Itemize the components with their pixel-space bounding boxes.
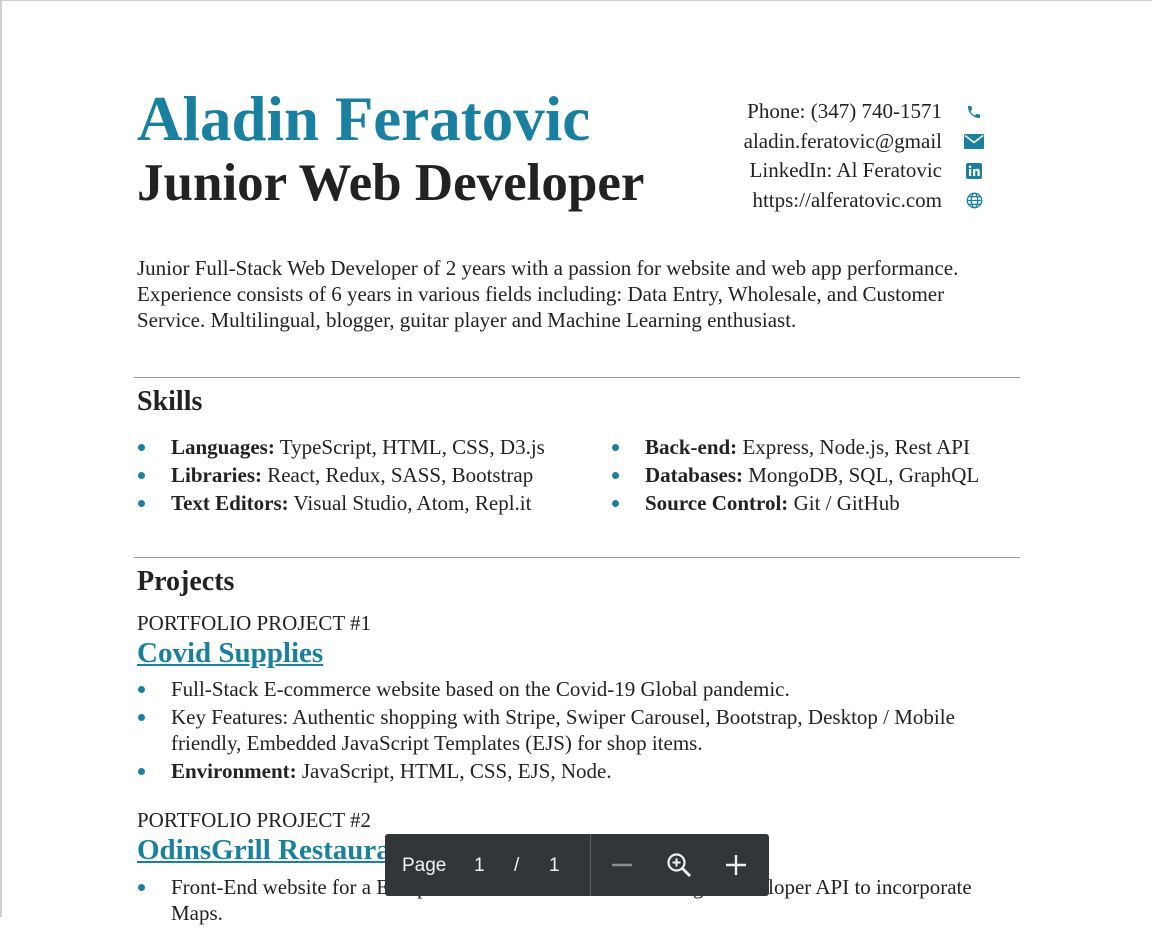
skill-label: Source Control: — [645, 491, 789, 515]
bullet-icon — [138, 884, 145, 891]
project-label: PORTFOLIO PROJECT #2 — [137, 808, 372, 832]
skill-item: Text Editors: Visual Studio, Atom, Repl.… — [137, 489, 545, 517]
contact-phone-text: Phone: (347) 740-1571 — [747, 99, 942, 123]
skill-item: Source Control: Git / GitHub — [611, 489, 979, 517]
section-divider — [134, 377, 1020, 378]
skills-column-left: Languages: TypeScript, HTML, CSS, D3.js … — [137, 433, 545, 517]
bullet-icon — [612, 500, 619, 507]
plus-icon — [726, 855, 746, 875]
project-bullet: Environment: JavaScript, HTML, CSS, EJS,… — [137, 758, 1027, 784]
bullet-icon — [138, 768, 145, 775]
skill-label: Text Editors: — [171, 491, 289, 515]
skill-label: Languages: — [171, 435, 275, 459]
zoom-in-button[interactable] — [721, 850, 751, 880]
summary-paragraph: Junior Full-Stack Web Developer of 2 yea… — [137, 256, 959, 332]
skill-item: Libraries: React, Redux, SASS, Bootstrap — [137, 461, 545, 489]
globe-icon — [964, 191, 984, 211]
contact-linkedin-text: LinkedIn: Al Feratovic — [749, 158, 942, 182]
skill-value: Express, Node.js, Rest API — [737, 435, 970, 459]
contact-email: aladin.feratovic@gmail — [700, 128, 1000, 158]
resume-name: Aladin Feratovic — [137, 84, 591, 154]
project-title-link[interactable]: OdinsGrill Restaurant — [137, 836, 417, 865]
bullet-label: Environment: — [171, 759, 297, 783]
skill-item: Back-end: Express, Node.js, Rest API — [611, 433, 979, 461]
bullet-icon — [138, 500, 145, 507]
skill-label: Libraries: — [171, 463, 262, 487]
linkedin-icon — [964, 161, 984, 181]
phone-icon — [964, 102, 984, 122]
skill-item: Languages: TypeScript, HTML, CSS, D3.js — [137, 433, 545, 461]
pdf-page-toolbar: Page 1 / 1 — [385, 834, 769, 896]
skill-value: React, Redux, SASS, Bootstrap — [261, 463, 534, 487]
bullet-icon — [612, 444, 619, 451]
resume-role: Junior Web Developer — [137, 154, 645, 212]
page-edge — [0, 0, 2, 917]
skill-value: Git / GitHub — [788, 491, 900, 515]
bullet-text: Full-Stack E-commerce website based on t… — [171, 677, 790, 701]
page-label: Page — [402, 855, 447, 876]
skills-column-right: Back-end: Express, Node.js, Rest API Dat… — [611, 433, 979, 517]
email-icon — [964, 132, 984, 152]
bullet-icon — [612, 472, 619, 479]
page-separator: / — [514, 855, 520, 876]
skill-label: Databases: — [645, 463, 743, 487]
bullet-text: Key Features: Authentic shopping with St… — [171, 705, 955, 755]
section-divider — [134, 557, 1020, 558]
bullet-icon — [138, 686, 145, 693]
contact-linkedin: LinkedIn: Al Feratovic — [700, 157, 1000, 187]
total-pages: 1 — [549, 855, 560, 876]
zoom-icon — [667, 853, 691, 877]
projects-heading: Projects — [137, 566, 235, 597]
fit-to-page-button[interactable] — [664, 850, 694, 880]
contact-block: Phone: (347) 740-1571 aladin.feratovic@g… — [700, 98, 1000, 216]
skills-heading: Skills — [137, 386, 203, 417]
project-title-link[interactable]: Covid Supplies — [137, 639, 323, 668]
current-page-input[interactable]: 1 — [474, 855, 485, 877]
bullet-icon — [138, 444, 145, 451]
contact-email-text: aladin.feratovic@gmail — [743, 128, 942, 153]
project-bullets: Full-Stack E-commerce website based on t… — [137, 676, 1027, 786]
skill-value: Visual Studio, Atom, Repl.it — [288, 491, 532, 515]
project-bullet: Full-Stack E-commerce website based on t… — [137, 676, 1027, 702]
minus-icon — [612, 863, 632, 867]
contact-website-text: https://alferatovic.com — [752, 187, 942, 212]
skill-label: Back-end: — [645, 435, 738, 459]
contact-phone: Phone: (347) 740-1571 — [700, 98, 1000, 128]
skill-value: TypeScript, HTML, CSS, D3.js — [274, 435, 545, 459]
bullet-text: JavaScript, HTML, CSS, EJS, Node. — [296, 759, 612, 783]
toolbar-divider — [590, 834, 591, 896]
contact-website: https://alferatovic.com — [700, 187, 1000, 217]
bullet-icon — [138, 714, 145, 721]
project-label: PORTFOLIO PROJECT #1 — [137, 611, 372, 635]
skill-item: Databases: MongoDB, SQL, GraphQL — [611, 461, 979, 489]
page-edge — [0, 0, 1152, 1]
project-bullet: Key Features: Authentic shopping with St… — [137, 704, 1027, 756]
zoom-out-button[interactable] — [607, 850, 637, 880]
bullet-icon — [138, 472, 145, 479]
skill-value: MongoDB, SQL, GraphQL — [743, 463, 980, 487]
